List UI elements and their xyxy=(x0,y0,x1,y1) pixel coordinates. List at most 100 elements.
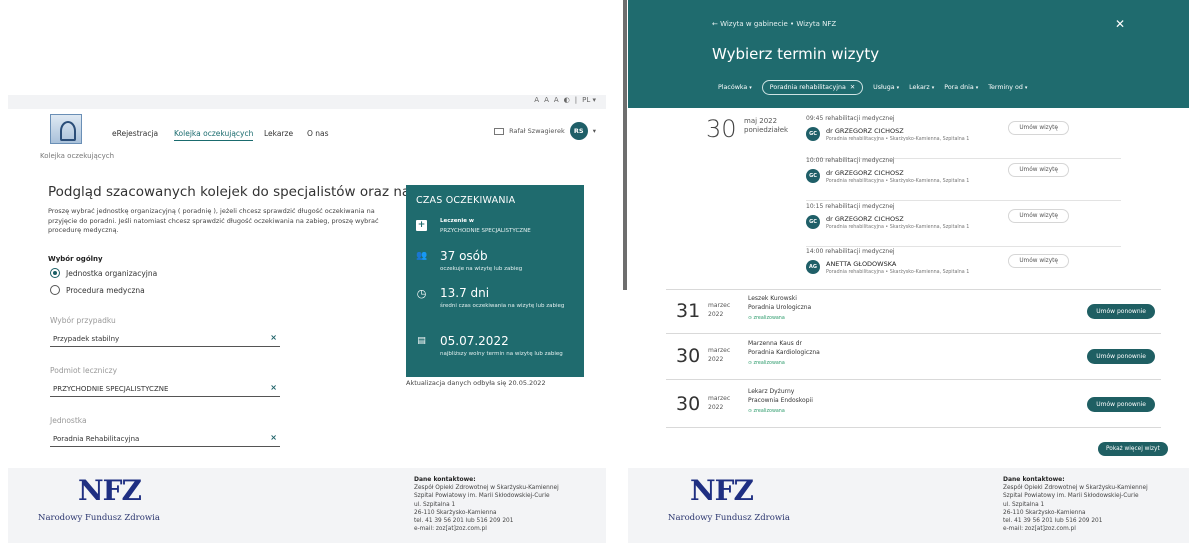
font-size-small-button[interactable]: A xyxy=(534,96,539,104)
hospital-logo[interactable] xyxy=(50,114,82,144)
visit-doctor: Leszek Kurowski xyxy=(748,295,797,302)
visit-status: ⊙ zrealizowana xyxy=(748,361,785,366)
contact-title: Dane kontaktowe: xyxy=(1003,476,1065,483)
show-more-visits-button[interactable]: Pokaż więcej wizyt xyxy=(1098,442,1168,456)
language-select[interactable]: PL ▾ xyxy=(582,96,596,104)
filter-dates-from[interactable]: Terminy od ▾ xyxy=(988,84,1027,91)
case-select[interactable]: Przypadek stabilny × xyxy=(50,333,280,347)
filter-service[interactable]: Usługa ▾ xyxy=(873,84,899,91)
chevron-down-icon: ▾ xyxy=(749,85,752,91)
radio-checked-icon[interactable] xyxy=(50,268,60,278)
medical-cross-icon: + xyxy=(416,220,427,231)
unit-select-value: Poradnia Rehabilitacyjna xyxy=(53,435,140,443)
contact-line: 26-110 Skarżysko-Kamienna xyxy=(1003,509,1086,516)
next-free-date: 05.07.2022 xyxy=(440,334,509,348)
nav-about[interactable]: O nas xyxy=(307,129,329,138)
slot-location: Poradnia rehabilitacyjna • Skarżysko-Kam… xyxy=(826,225,970,230)
mail-icon[interactable] xyxy=(494,127,505,135)
visit-doctor: Marzenna Kaus dr xyxy=(748,340,802,347)
page-title: Podgląd szacowanych kolejek do specjalis… xyxy=(48,184,468,200)
book-visit-button[interactable]: Umów wizytę xyxy=(1008,163,1069,177)
accessibility-controls: A A A ◐ | PL ▾ xyxy=(534,96,596,104)
filter-time-of-day[interactable]: Pora dnia ▾ xyxy=(944,84,978,91)
waiting-time-card: CZAS OCZEKIWANIA + Leczenie w PRZYCHODNI… xyxy=(406,185,584,377)
contact-email[interactable]: e-mail: zoz[at]zoz.com.pl xyxy=(414,526,487,532)
clock-icon: ◷ xyxy=(416,287,427,300)
nav-doctors[interactable]: Lekarze xyxy=(264,129,293,138)
filter-chip-rehab[interactable]: Poradnia rehabilitacyjna ✕ xyxy=(761,80,864,95)
font-size-large-button[interactable]: A xyxy=(554,96,559,104)
avatar: GC xyxy=(806,127,820,141)
treatment-label: Leczenie w xyxy=(440,218,474,224)
radio-organizational-unit[interactable]: Jednostka organizacyjna xyxy=(50,268,157,278)
contrast-icon[interactable]: ◐ xyxy=(564,96,570,104)
filter-facility[interactable]: Placówka ▾ xyxy=(718,84,752,91)
visit-month: marzec 2022 xyxy=(708,394,730,412)
rebook-button[interactable]: Umów ponownie xyxy=(1087,397,1155,412)
book-visit-button[interactable]: Umów wizytę xyxy=(1008,209,1069,223)
user-menu[interactable]: Rafał Szwagierek RS ▾ xyxy=(494,122,596,140)
provider-field-label: Podmiot leczniczy xyxy=(50,366,118,375)
date-desc: najbliższy wolny termin na wizytę lub za… xyxy=(440,351,563,357)
radio-medical-procedure[interactable]: Procedura medyczna xyxy=(50,285,145,295)
calendar-icon: ▤ xyxy=(417,336,426,346)
visit-clinic: Poradnia Kardiologiczna xyxy=(748,349,820,356)
days-row: ◷ 13.7 dni średni czas oczekiwania na wi… xyxy=(416,286,581,320)
radio-unchecked-icon[interactable] xyxy=(50,285,60,295)
contact-line: ul. Szpitalna 1 xyxy=(1003,501,1045,508)
rebook-button[interactable]: Umów ponownie xyxy=(1087,304,1155,319)
past-visit: 30 marzec 2022 Lekarz Dyżurny Pracownia En… xyxy=(666,383,1161,428)
past-visit: 30 marzec 2022 Marzenna Kaus dr Poradnia K… xyxy=(666,335,1161,380)
breadcrumb[interactable]: Kolejka oczekujących xyxy=(40,152,114,160)
nav-waiting-queue[interactable]: Kolejka oczekujących xyxy=(174,129,254,141)
left-screen: A A A ◐ | PL ▾ eRejestracja Kolejka ocze… xyxy=(0,0,622,543)
filter-label: Placówka xyxy=(718,84,748,91)
scrollbar[interactable] xyxy=(623,0,627,290)
contact-line: 26-110 Skarżysko-Kamienna xyxy=(414,509,497,516)
close-icon[interactable]: ✕ xyxy=(850,84,855,91)
nav-eregistration[interactable]: eRejestracja xyxy=(112,129,158,138)
provider-select[interactable]: PRZYCHODNIE SPECJALISTYCZNE × xyxy=(50,383,280,397)
rebook-button[interactable]: Umów ponownie xyxy=(1087,349,1155,364)
case-select-value: Przypadek stabilny xyxy=(53,335,120,343)
slot-time: 14:00 rehabilitacji medycznej xyxy=(806,248,895,255)
clear-icon[interactable]: × xyxy=(270,333,277,342)
book-visit-button[interactable]: Umów wizytę xyxy=(1008,121,1069,135)
clear-icon[interactable]: × xyxy=(270,433,277,442)
booking-title: Wybierz termin wizyty xyxy=(712,45,880,63)
general-choice-heading: Wybór ogólny xyxy=(48,255,103,263)
clear-icon[interactable]: × xyxy=(270,383,277,392)
book-visit-button[interactable]: Umów wizytę xyxy=(1008,254,1069,268)
nfz-logo: NFZ xyxy=(690,474,754,507)
visit-year: 2022 xyxy=(708,404,724,411)
contact-line: tel. 41 39 56 201 lub 516 209 201 xyxy=(1003,518,1103,525)
filter-label: Lekarz xyxy=(909,84,930,91)
time-slot: 09:45 rehabilitacji medycznej GC dr GRZE… xyxy=(806,115,1121,159)
avatar[interactable]: RS xyxy=(569,122,588,140)
slot-time: 09:45 rehabilitacji medycznej xyxy=(806,115,895,122)
chevron-down-icon: ▾ xyxy=(1024,85,1028,91)
back-breadcrumb[interactable]: ← Wizyta w gabinecie • Wizyta NFZ xyxy=(712,20,836,28)
nfz-subtitle: Narodowy Fundusz Zdrowia xyxy=(38,513,160,523)
chevron-down-icon[interactable]: ▾ xyxy=(593,127,596,135)
slot-doctor: dr GRZEGORZ CICHOSZ xyxy=(826,169,904,177)
nfz-subtitle: Narodowy Fundusz Zdrowia xyxy=(668,513,790,523)
filter-label: Terminy od xyxy=(988,84,1023,91)
filter-label: Pora dnia xyxy=(944,84,974,91)
visit-details: Lekarz Dyżurny Pracownia Endoskopii xyxy=(748,387,813,405)
unit-select[interactable]: Poradnia Rehabilitacyjna × xyxy=(50,433,280,447)
booking-header: ← Wizyta w gabinecie • Wizyta NFZ ✕ Wybi… xyxy=(628,0,1189,108)
slot-day-month: maj 2022 poniedziałek xyxy=(744,117,788,135)
radio-label: Jednostka organizacyjna xyxy=(66,268,158,278)
filter-doctor[interactable]: Lekarz ▾ xyxy=(909,84,934,91)
people-desc: oczekuje na wizytę lub zabieg xyxy=(440,266,523,272)
visit-year: 2022 xyxy=(708,356,724,363)
avatar: AG xyxy=(806,260,820,274)
contact-email[interactable]: e-mail: zoz[at]zoz.com.pl xyxy=(1003,526,1076,532)
contact-line: ul. Szpitalna 1 xyxy=(414,501,456,508)
slot-weekday: poniedziałek xyxy=(744,126,789,134)
close-icon[interactable]: ✕ xyxy=(1115,17,1125,31)
contact-line: Zespół Opieki Zdrowotnej w Skarżysku-Kam… xyxy=(414,485,559,492)
font-size-medium-button[interactable]: A xyxy=(544,96,549,104)
contact-info: Dane kontaktowe: Zespół Opieki Zdrowotne… xyxy=(414,476,594,533)
